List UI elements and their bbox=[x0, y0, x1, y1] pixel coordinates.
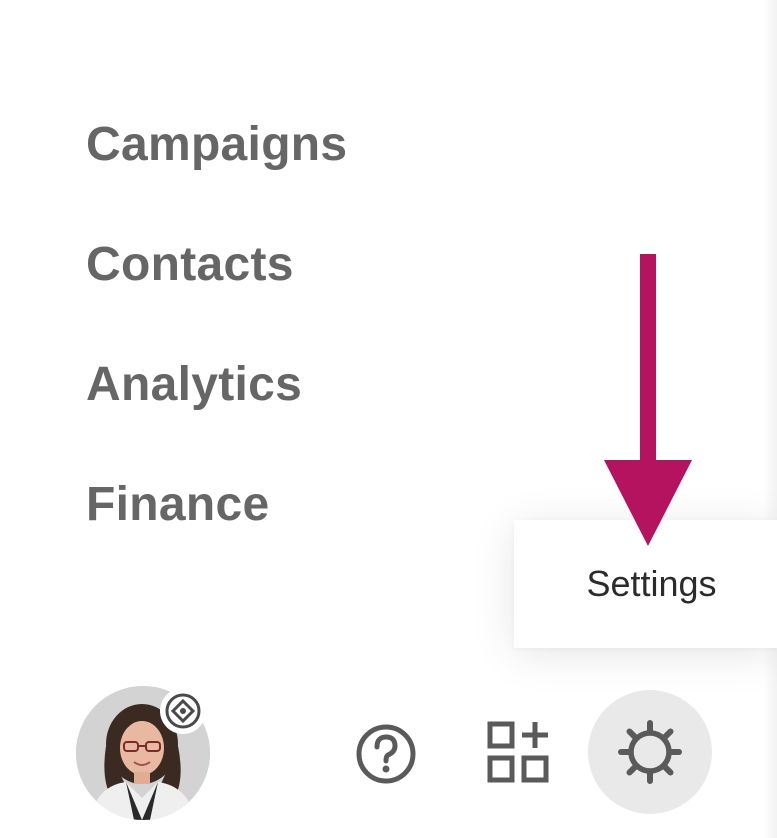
main-nav: Campaigns Contacts Analytics Finance bbox=[86, 115, 347, 595]
nav-item-analytics[interactable]: Analytics bbox=[86, 355, 347, 475]
app-sidebar-screen: Campaigns Contacts Analytics Finance Set… bbox=[0, 0, 777, 838]
add-apps-grid-icon bbox=[487, 721, 549, 783]
tooltip-label: Settings bbox=[586, 563, 717, 604]
add-apps-button[interactable] bbox=[484, 718, 554, 788]
account-badge-icon bbox=[160, 688, 206, 734]
nav-item-finance[interactable]: Finance bbox=[86, 475, 347, 595]
nav-item-campaigns[interactable]: Campaigns bbox=[86, 115, 347, 235]
panel-edge-shadow bbox=[763, 0, 777, 838]
help-button[interactable] bbox=[352, 720, 420, 788]
pointer-arrow-icon bbox=[604, 254, 692, 546]
settings-button[interactable] bbox=[588, 690, 712, 814]
help-circle-icon bbox=[356, 724, 416, 784]
nav-item-contacts[interactable]: Contacts bbox=[86, 235, 347, 355]
gear-icon bbox=[618, 720, 682, 784]
